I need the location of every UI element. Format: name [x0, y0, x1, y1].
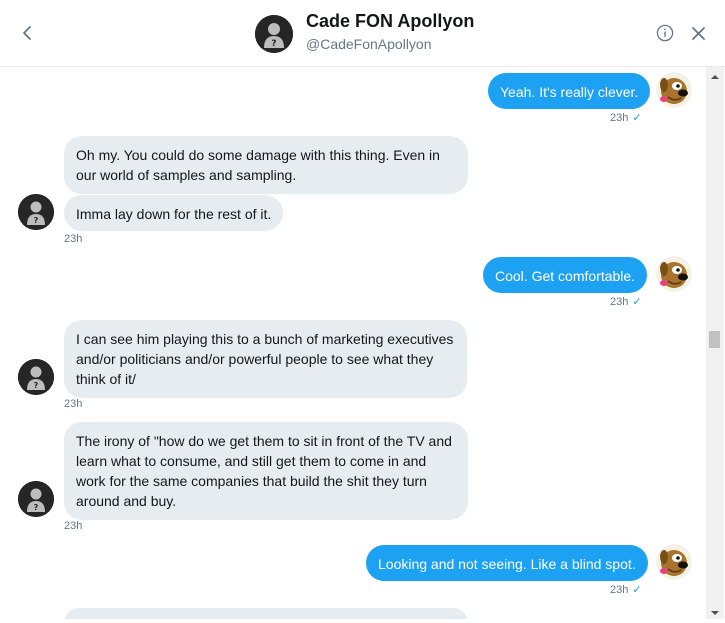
dog-avatar-icon	[656, 256, 692, 292]
checkmark-icon: ✓	[632, 296, 642, 308]
svg-text:?: ?	[271, 39, 276, 49]
scroll-down-button[interactable]	[708, 605, 722, 615]
timestamp-text: 23h	[610, 112, 629, 124]
incoming-message-partial[interactable]	[64, 608, 468, 619]
contact-avatar[interactable]: ?	[255, 15, 293, 53]
avatar-figure-icon: ?	[18, 481, 54, 517]
my-avatar[interactable]	[656, 256, 692, 292]
close-button[interactable]	[690, 25, 707, 42]
avatar-figure-icon: ?	[18, 359, 54, 395]
message-timestamp: 23h ✓	[610, 111, 642, 124]
avatar-figure-icon: ?	[255, 15, 293, 53]
outgoing-message[interactable]: Yeah. It's really clever.	[488, 73, 651, 109]
triangle-up-icon	[711, 75, 719, 79]
my-avatar[interactable]	[656, 544, 692, 580]
triangle-down-icon	[711, 611, 719, 615]
message-timestamp: 23h	[64, 398, 83, 410]
svg-text:?: ?	[34, 381, 39, 390]
my-avatar[interactable]	[656, 72, 692, 108]
avatar-figure-icon: ?	[18, 194, 54, 230]
checkmark-icon: ✓	[632, 112, 642, 124]
timestamp-text: 23h	[610, 584, 629, 596]
contact-message-avatar[interactable]: ?	[18, 481, 54, 517]
contact-message-avatar[interactable]: ?	[18, 194, 54, 230]
contact-message-avatar[interactable]: ?	[18, 359, 54, 395]
checkmark-icon: ✓	[632, 584, 642, 596]
info-icon	[656, 24, 674, 42]
timestamp-text: 23h	[610, 296, 629, 308]
incoming-message[interactable]: I can see him playing this to a bunch of…	[64, 320, 467, 398]
scrollbar-thumb[interactable]	[709, 331, 720, 348]
contact-name[interactable]: Cade FON Apollyon	[306, 11, 474, 32]
message-timestamp: 23h ✓	[610, 583, 642, 596]
message-timestamp: 23h ✓	[610, 295, 642, 308]
message-list[interactable]: Yeah. It's really clever. 23h ✓ Oh my. Yo…	[0, 67, 706, 619]
incoming-message[interactable]: Oh my. You could do some damage with thi…	[64, 136, 468, 194]
incoming-message[interactable]: Imma lay down for the rest of it.	[64, 195, 284, 231]
back-button[interactable]	[14, 20, 40, 46]
message-timestamp: 23h	[64, 520, 83, 532]
conversation-header: ? Cade FON Apollyon @CadeFonApollyon	[0, 0, 725, 67]
svg-text:?: ?	[34, 216, 39, 225]
conversation-info-button[interactable]	[656, 24, 674, 42]
close-icon	[692, 27, 705, 40]
message-timestamp: 23h	[64, 233, 83, 245]
incoming-message[interactable]: The irony of "how do we get them to sit …	[64, 422, 468, 520]
outgoing-message[interactable]: Cool. Get comfortable.	[483, 257, 648, 293]
outgoing-message[interactable]: Looking and not seeing. Like a blind spo…	[366, 545, 648, 581]
chevron-left-icon	[23, 26, 31, 40]
scroll-up-button[interactable]	[708, 69, 722, 79]
dog-avatar-icon	[656, 544, 692, 580]
contact-handle[interactable]: @CadeFonApollyon	[306, 36, 432, 52]
svg-text:?: ?	[34, 503, 39, 512]
dog-avatar-icon	[656, 72, 692, 108]
